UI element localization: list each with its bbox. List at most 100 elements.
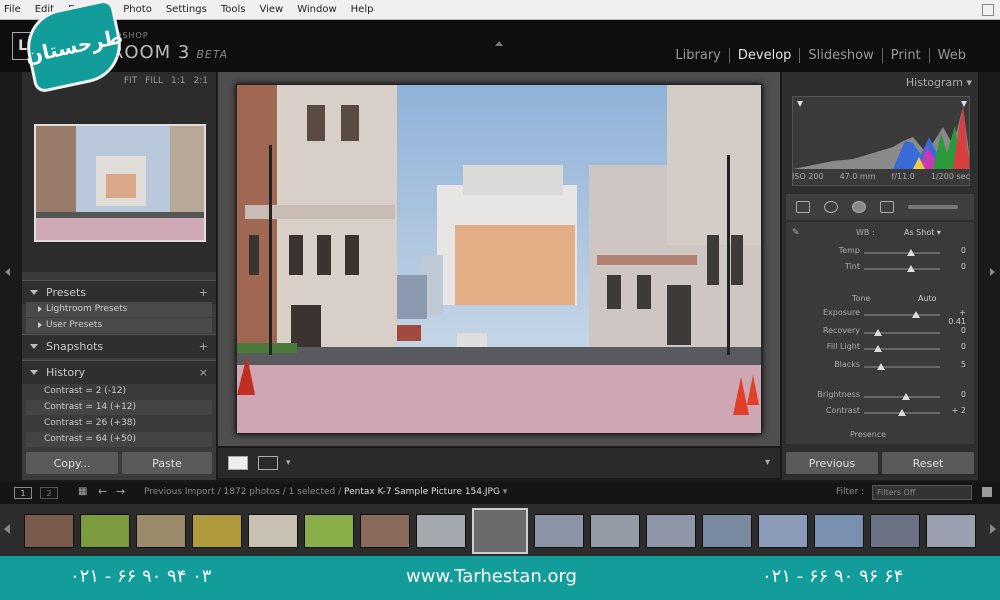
filmstrip-source[interactable]: Previous Import / 1872 photos / 1 select…: [144, 487, 507, 497]
menu-item[interactable]: Edit: [35, 4, 54, 15]
slider-exposure[interactable]: Exposure + 0.41: [792, 308, 968, 326]
tone-auto-button[interactable]: Auto: [918, 294, 937, 303]
zoom-option[interactable]: 2:1: [194, 76, 208, 86]
zoom-option[interactable]: FILL: [145, 76, 163, 86]
preset-folder-lightroom[interactable]: Lightroom Presets: [26, 302, 212, 317]
history-item[interactable]: Contrast = 2 (-12): [26, 384, 212, 399]
slider-track[interactable]: [864, 393, 940, 400]
slider-knob[interactable]: [907, 265, 916, 272]
slider-knob[interactable]: [876, 363, 885, 370]
previous-button[interactable]: Previous: [786, 452, 878, 474]
spot-removal-tool-icon[interactable]: [824, 201, 838, 213]
paste-button[interactable]: Paste: [122, 452, 212, 474]
menu-item[interactable]: Window: [297, 4, 336, 15]
history-item[interactable]: Contrast = 14 (+12): [26, 400, 212, 415]
slider-track[interactable]: [864, 249, 940, 256]
slider-knob[interactable]: [898, 409, 906, 416]
menu-item[interactable]: Photo: [123, 4, 152, 15]
slider-track[interactable]: [864, 329, 940, 336]
slider-knob[interactable]: [901, 393, 910, 400]
slider-blacks[interactable]: Blacks 5: [792, 360, 968, 374]
module-print[interactable]: Print: [883, 48, 930, 63]
toolbar-content-chevron-icon[interactable]: ▾: [765, 457, 770, 468]
filmstrip-scroll-left-icon[interactable]: [4, 524, 10, 534]
histogram-header[interactable]: Histogram ▾: [906, 76, 972, 89]
slider-value[interactable]: + 0.41: [942, 308, 966, 326]
zoom-option[interactable]: FIT: [124, 76, 137, 86]
slider-brightness[interactable]: Brightness 0: [792, 390, 968, 404]
slider-value[interactable]: 0: [942, 262, 966, 271]
slider-value[interactable]: 0: [942, 390, 966, 399]
crop-tool-icon[interactable]: [796, 201, 810, 213]
slider-value[interactable]: 0: [942, 246, 966, 255]
main-screen-button[interactable]: 1: [14, 487, 32, 499]
history-item[interactable]: Contrast = 64 (+50): [26, 432, 212, 447]
before-after-view-icon[interactable]: [258, 456, 278, 470]
graduated-filter-icon[interactable]: [880, 201, 894, 213]
filter-switch-icon[interactable]: [982, 487, 992, 497]
slider-value[interactable]: + 2: [942, 406, 966, 415]
menu-item[interactable]: Tools: [221, 4, 246, 15]
adjustment-brush-icon[interactable]: [908, 205, 958, 209]
wb-select[interactable]: As Shot ▾: [904, 228, 941, 237]
loupe-view-icon[interactable]: [228, 456, 248, 470]
slider-track[interactable]: [864, 363, 940, 370]
right-edge-arrow-icon[interactable]: [990, 268, 995, 276]
second-screen-button[interactable]: 2: [40, 487, 58, 499]
slider-tint[interactable]: Tint 0: [792, 262, 968, 276]
navigator-preview[interactable]: [34, 124, 206, 242]
copy-button[interactable]: Copy...: [26, 452, 118, 474]
slider-temp[interactable]: Temp 0: [792, 246, 968, 260]
presets-panel-header[interactable]: Presets +: [22, 280, 216, 304]
filmstrip-thumb[interactable]: [24, 514, 74, 548]
slider-recovery[interactable]: Recovery 0: [792, 326, 968, 340]
slider-contrast[interactable]: Contrast + 2: [792, 406, 968, 420]
slider-value[interactable]: 5: [942, 360, 966, 369]
left-edge-arrow-icon[interactable]: [5, 268, 10, 276]
menu-item[interactable]: Help: [351, 4, 374, 15]
module-web[interactable]: Web: [930, 48, 974, 63]
filmstrip-thumb[interactable]: [702, 514, 752, 548]
preset-folder-user[interactable]: User Presets: [26, 318, 212, 333]
filmstrip-thumb[interactable]: [926, 514, 976, 548]
menu-item[interactable]: Settings: [166, 4, 207, 15]
filmstrip-thumb[interactable]: [80, 514, 130, 548]
filmstrip-thumb-selected[interactable]: [472, 508, 528, 554]
view-options-chevron-icon[interactable]: ▾: [286, 458, 291, 468]
slider-knob[interactable]: [873, 329, 882, 336]
module-slideshow[interactable]: Slideshow: [800, 48, 883, 63]
filmstrip-thumb[interactable]: [192, 514, 242, 548]
clear-history-icon[interactable]: ×: [199, 366, 208, 379]
filmstrip-thumb[interactable]: [590, 514, 640, 548]
red-eye-tool-icon[interactable]: [852, 201, 866, 213]
filmstrip-thumb[interactable]: [646, 514, 696, 548]
zoom-option[interactable]: 1:1: [171, 76, 185, 86]
slider-value[interactable]: 0: [942, 326, 966, 335]
slider-fill-light[interactable]: Fill Light 0: [792, 342, 968, 356]
module-develop[interactable]: Develop: [730, 48, 801, 63]
history-item[interactable]: Contrast = 26 (+38): [26, 416, 212, 431]
slider-value[interactable]: 0: [942, 342, 966, 351]
slider-knob[interactable]: [873, 345, 882, 352]
module-library[interactable]: Library: [667, 48, 730, 63]
filmstrip-thumb[interactable]: [416, 514, 466, 548]
filmstrip-scroll-right-icon[interactable]: [990, 524, 996, 534]
slider-knob[interactable]: [907, 249, 916, 256]
slider-track[interactable]: [864, 409, 940, 416]
filmstrip-thumb[interactable]: [870, 514, 920, 548]
filmstrip-thumb[interactable]: [534, 514, 584, 548]
menu-item[interactable]: View: [259, 4, 283, 15]
slider-track[interactable]: [864, 345, 940, 352]
filmstrip-thumb[interactable]: [136, 514, 186, 548]
filmstrip-thumb[interactable]: [814, 514, 864, 548]
eyedropper-icon[interactable]: ✎: [792, 228, 800, 238]
collapse-top-arrow-icon[interactable]: [495, 41, 503, 46]
slider-knob[interactable]: [911, 311, 920, 318]
forward-arrow-icon[interactable]: →: [116, 485, 125, 498]
filter-select[interactable]: Filters Off: [872, 485, 972, 500]
back-arrow-icon[interactable]: ←: [98, 485, 107, 498]
filmstrip-thumb[interactable]: [248, 514, 298, 548]
filmstrip-thumb[interactable]: [360, 514, 410, 548]
slider-track[interactable]: [864, 265, 940, 272]
add-snapshot-icon[interactable]: +: [199, 340, 208, 353]
